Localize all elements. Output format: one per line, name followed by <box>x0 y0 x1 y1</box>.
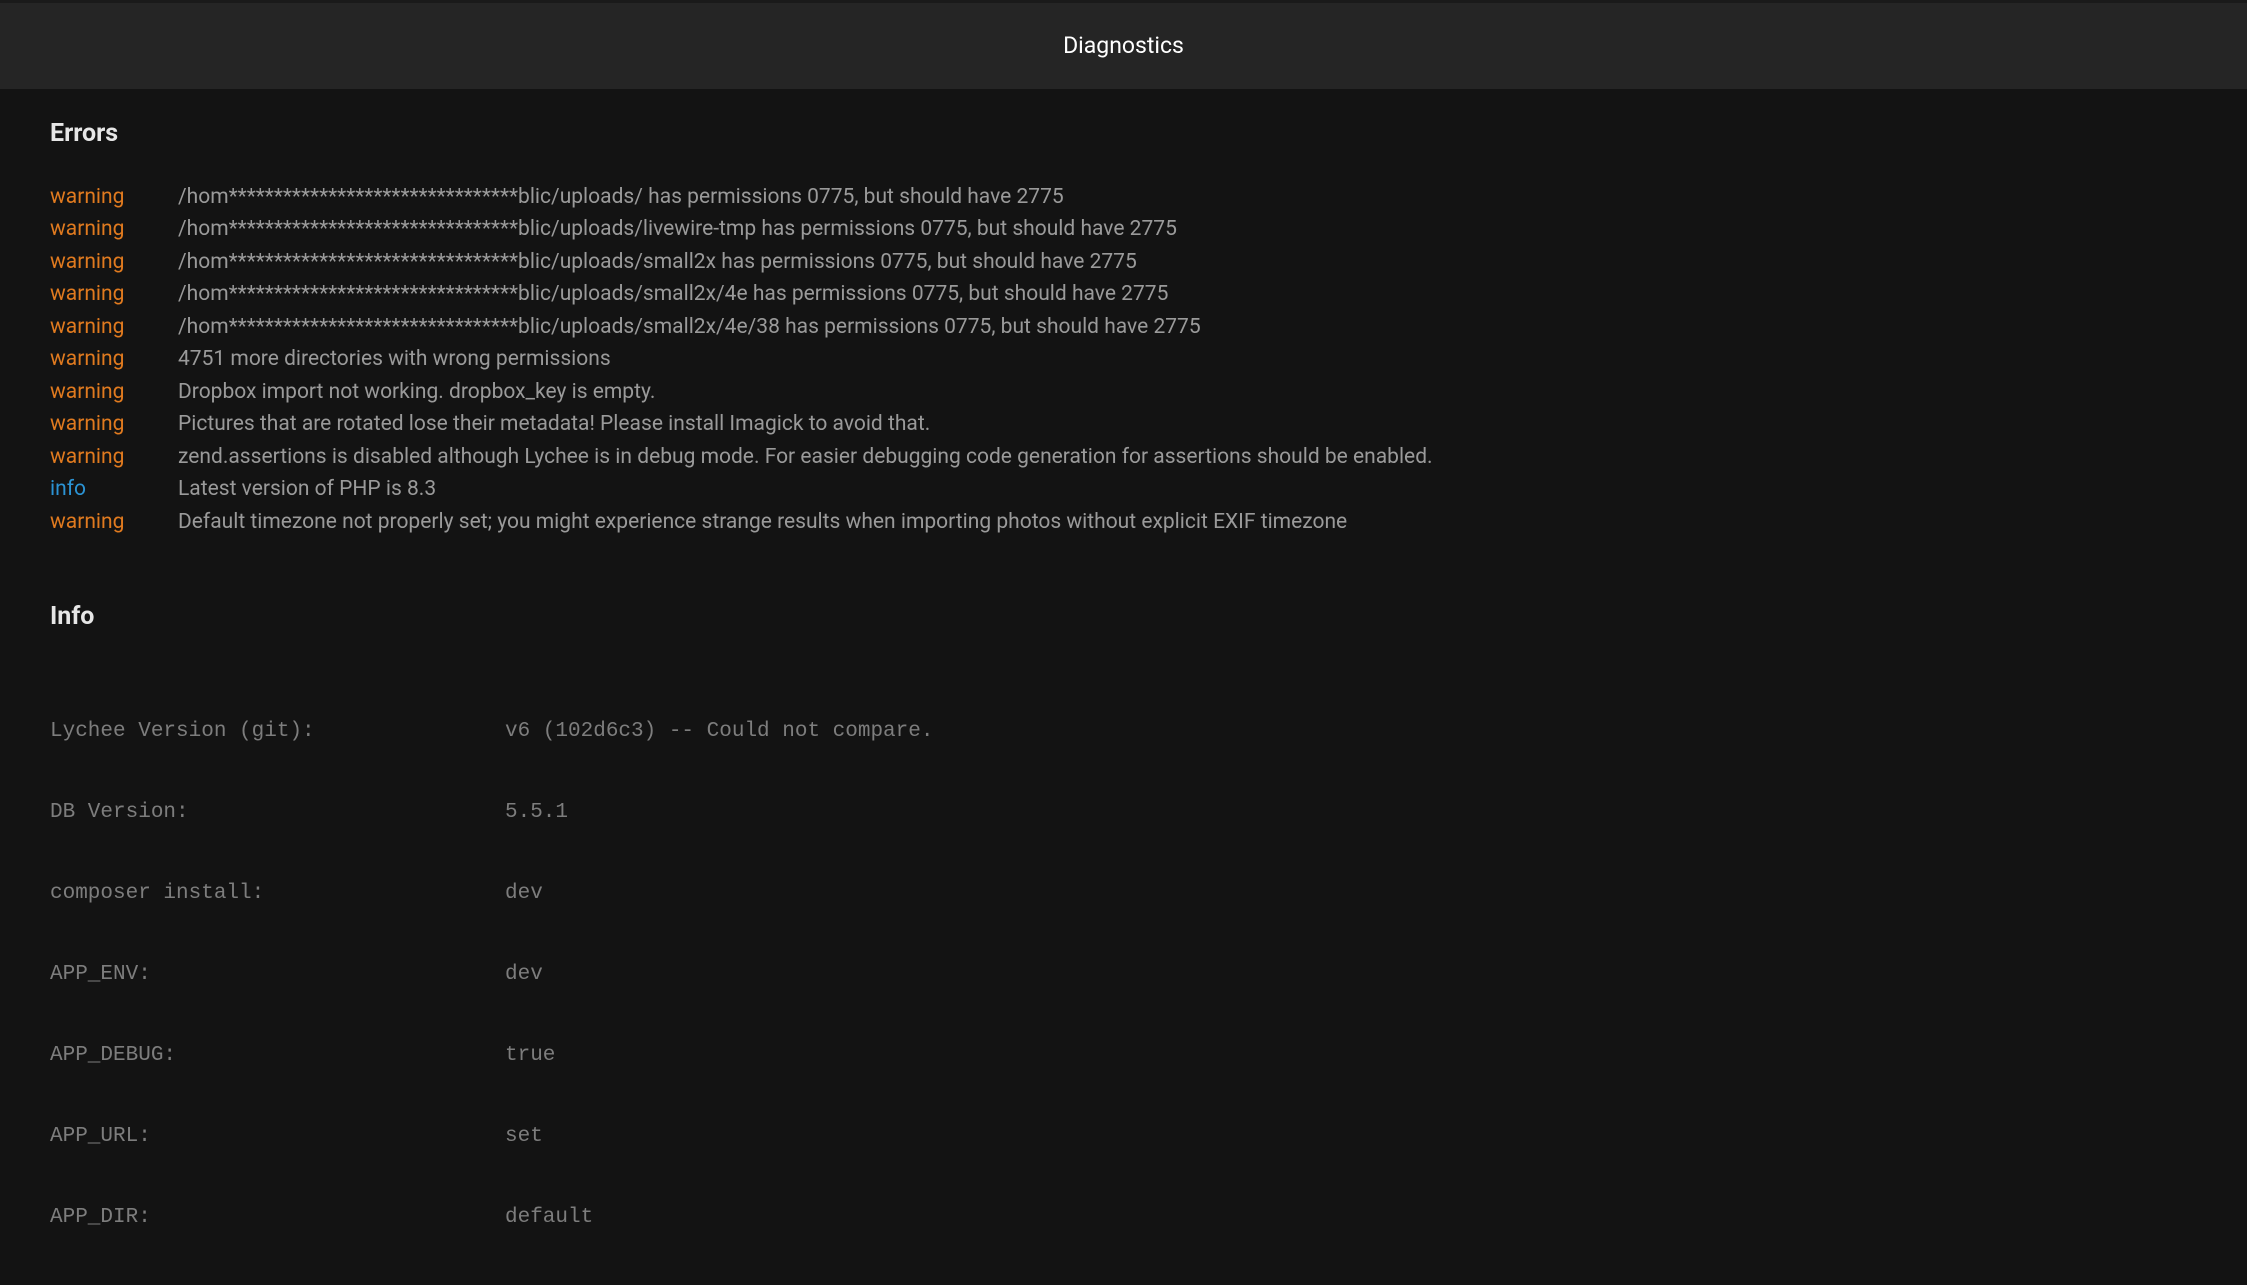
error-row: info Latest version of PHP is 8.3 <box>50 473 2197 506</box>
error-level: warning <box>50 376 178 409</box>
info-row: DB Version: 5.5.1 <box>50 799 2197 826</box>
error-level: warning <box>50 246 178 279</box>
info-value: true <box>505 1042 555 1069</box>
error-message: Pictures that are rotated lose their met… <box>178 408 930 441</box>
error-row: warning /hom****************************… <box>50 213 2197 246</box>
info-value: dev <box>505 961 543 988</box>
info-heading: Info <box>50 598 2197 636</box>
error-row: warning /hom****************************… <box>50 246 2197 279</box>
error-row: warning Pictures that are rotated lose t… <box>50 408 2197 441</box>
info-key: composer install: <box>50 880 505 907</box>
error-message: Default timezone not properly set; you m… <box>178 506 1347 539</box>
error-message: Dropbox import not working. dropbox_key … <box>178 376 655 409</box>
errors-heading: Errors <box>50 115 2197 153</box>
info-key: APP_DIR: <box>50 1204 505 1231</box>
info-value: v6 (102d6c3) -- Could not compare. <box>505 718 933 745</box>
error-row: warning /hom****************************… <box>50 311 2197 344</box>
error-message: zend.assertions is disabled although Lyc… <box>178 441 1433 474</box>
info-key: APP_URL: <box>50 1123 505 1150</box>
error-level: info <box>50 473 178 506</box>
info-row: APP_ENV: dev <box>50 961 2197 988</box>
page-title: Diagnostics <box>1063 29 1184 64</box>
info-value: default <box>505 1204 593 1231</box>
info-row: APP_DEBUG: true <box>50 1042 2197 1069</box>
info-row: composer install: dev <box>50 880 2197 907</box>
info-key: Lychee Version (git): <box>50 718 505 745</box>
info-value: dev <box>505 880 543 907</box>
info-value: 5.5.1 <box>505 799 568 826</box>
error-level: warning <box>50 506 178 539</box>
error-message: /hom********************************blic… <box>178 311 1201 344</box>
info-row: APP_DIR: default <box>50 1204 2197 1231</box>
info-key: APP_DEBUG: <box>50 1042 505 1069</box>
info-row: APP_URL: set <box>50 1123 2197 1150</box>
page-content: Errors warning /hom*********************… <box>0 89 2247 1285</box>
error-message: 4751 more directories with wrong permiss… <box>178 343 611 376</box>
error-row: warning /hom****************************… <box>50 181 2197 214</box>
error-message: /hom********************************blic… <box>178 246 1137 279</box>
error-level: warning <box>50 213 178 246</box>
error-level: warning <box>50 343 178 376</box>
error-message: /hom********************************blic… <box>178 213 1177 246</box>
error-row: warning Default timezone not properly se… <box>50 506 2197 539</box>
error-row: warning Dropbox import not working. drop… <box>50 376 2197 409</box>
error-message: Latest version of PHP is 8.3 <box>178 473 436 506</box>
error-level: warning <box>50 311 178 344</box>
info-key: APP_ENV: <box>50 961 505 988</box>
error-message: /hom********************************blic… <box>178 278 1168 311</box>
error-row: warning /hom****************************… <box>50 278 2197 311</box>
error-level: warning <box>50 181 178 214</box>
info-value: set <box>505 1123 543 1150</box>
page-header: Diagnostics <box>0 0 2247 89</box>
error-row: warning zend.assertions is disabled alth… <box>50 441 2197 474</box>
error-message: /hom********************************blic… <box>178 181 1064 214</box>
info-row: Lychee Version (git): v6 (102d6c3) -- Co… <box>50 718 2197 745</box>
info-list: Lychee Version (git): v6 (102d6c3) -- Co… <box>50 664 2197 1285</box>
info-key: DB Version: <box>50 799 505 826</box>
errors-list: warning /hom****************************… <box>50 181 2197 539</box>
error-row: warning 4751 more directories with wrong… <box>50 343 2197 376</box>
error-level: warning <box>50 408 178 441</box>
error-level: warning <box>50 441 178 474</box>
error-level: warning <box>50 278 178 311</box>
